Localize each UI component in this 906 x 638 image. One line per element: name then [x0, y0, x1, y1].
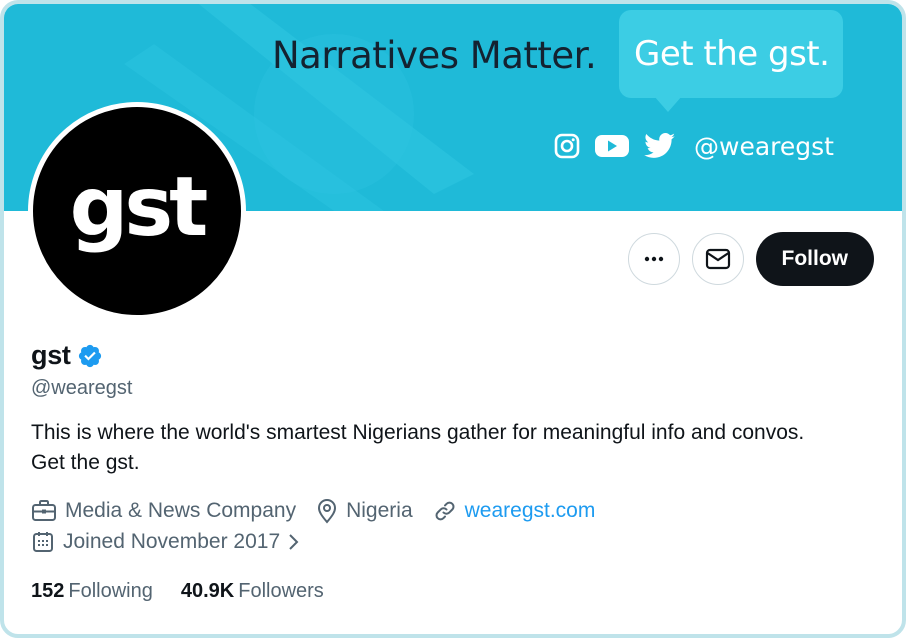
location-pin-icon — [318, 499, 337, 524]
bubble-text: Get the gst. — [634, 34, 830, 74]
calendar-icon — [33, 532, 53, 552]
briefcase-icon — [32, 500, 56, 521]
speech-bubble-tail — [654, 96, 682, 112]
website-item[interactable]: wearegst.com — [433, 499, 596, 523]
more-button[interactable] — [627, 233, 680, 285]
following-stat[interactable]: 152 Following — [31, 580, 153, 603]
followers-count: 40.9K — [180, 580, 235, 602]
profile-card: Narratives Matter. Get the gst. @wearegs… — [0, 0, 906, 638]
category-text: Media & News Company — [65, 499, 297, 522]
message-button[interactable] — [691, 233, 744, 285]
following-label: Following — [68, 580, 153, 602]
profile-bio: This is where the world's smartest Niger… — [31, 421, 805, 474]
chevron-right-icon — [289, 534, 299, 550]
joined-row[interactable]: Joined November 2017 — [31, 530, 891, 554]
banner-social-row: @wearegst — [554, 128, 834, 164]
followers-stat[interactable]: 40.9K Followers — [181, 580, 324, 603]
website-link[interactable]: wearegst.com — [465, 499, 596, 523]
category-item: Media & News Company — [31, 499, 296, 523]
followers-label: Followers — [238, 580, 324, 602]
instagram-icon — [554, 133, 580, 159]
profile-actions: Follow — [627, 232, 874, 286]
more-icon — [644, 256, 663, 262]
twitter-icon — [644, 133, 676, 159]
profile-info: gst @wearegst This is where the world's … — [31, 340, 891, 603]
location-text: Nigeria — [346, 499, 413, 522]
follow-stats: 152 Following 40.9K Followers — [31, 580, 891, 603]
banner-headline: Narratives Matter. — [272, 34, 597, 77]
profile-meta-row: Media & News Company Nigeria wearegst.co… — [31, 498, 891, 524]
verified-badge-icon[interactable] — [77, 343, 103, 369]
name-row: gst — [31, 340, 891, 371]
display-name: gst — [31, 340, 71, 370]
banner-social-handle: @wearegst — [694, 131, 834, 161]
youtube-icon — [594, 133, 630, 159]
avatar[interactable]: gst — [28, 102, 246, 320]
link-icon — [435, 501, 455, 521]
avatar-logo-text: gst — [69, 159, 209, 255]
joined-text: Joined November 2017 — [63, 530, 281, 553]
location-item: Nigeria — [316, 498, 413, 524]
mail-icon — [705, 248, 730, 270]
follow-button[interactable]: Follow — [755, 232, 874, 286]
following-count: 152 — [31, 580, 65, 602]
profile-handle: @wearegst — [31, 377, 133, 399]
